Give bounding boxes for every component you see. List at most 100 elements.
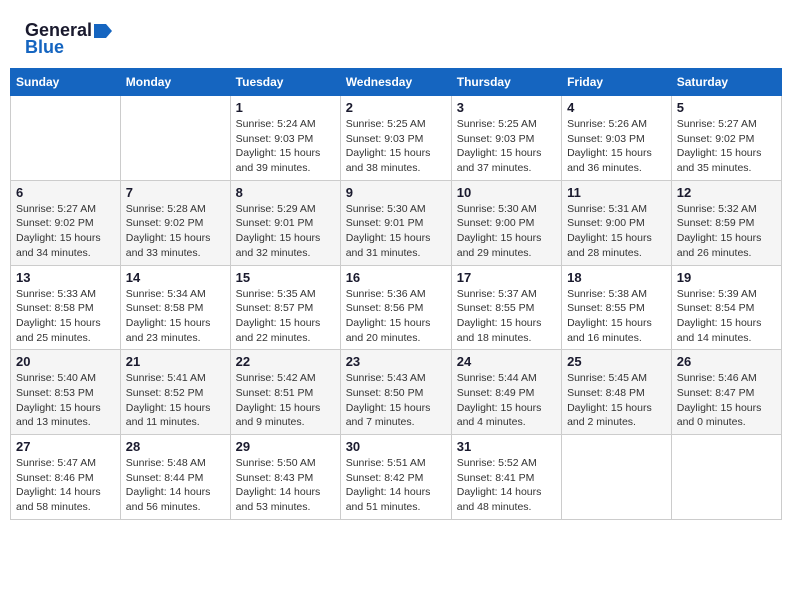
day-number: 23 — [346, 354, 446, 369]
calendar-header-friday: Friday — [562, 69, 672, 96]
day-info: Sunrise: 5:24 AM Sunset: 9:03 PM Dayligh… — [236, 117, 335, 176]
calendar-cell: 12 Sunrise: 5:32 AM Sunset: 8:59 PM Dayli… — [671, 180, 781, 265]
calendar-header-tuesday: Tuesday — [230, 69, 340, 96]
day-number: 15 — [236, 270, 335, 285]
calendar-cell: 8 Sunrise: 5:29 AM Sunset: 9:01 PM Daylig… — [230, 180, 340, 265]
day-info: Sunrise: 5:50 AM Sunset: 8:43 PM Dayligh… — [236, 456, 335, 515]
calendar-cell: 4 Sunrise: 5:26 AM Sunset: 9:03 PM Daylig… — [562, 96, 672, 181]
day-info: Sunrise: 5:34 AM Sunset: 8:58 PM Dayligh… — [126, 287, 225, 346]
calendar-cell: 9Sunrise: 5:30 AM Sunset: 9:01 PM Daylig… — [340, 180, 451, 265]
calendar-cell: 18 Sunrise: 5:38 AM Sunset: 8:55 PM Dayli… — [562, 265, 672, 350]
logo-arrow-icon — [94, 24, 112, 38]
calendar-cell: 24 Sunrise: 5:44 AM Sunset: 8:49 PM Dayli… — [451, 350, 561, 435]
day-number: 17 — [457, 270, 556, 285]
day-number: 8 — [236, 185, 335, 200]
calendar-header-wednesday: Wednesday — [340, 69, 451, 96]
day-number: 2 — [346, 100, 446, 115]
calendar-week-row: 13 Sunrise: 5:33 AM Sunset: 8:58 PM Dayli… — [11, 265, 782, 350]
day-info: Sunrise: 5:38 AM Sunset: 8:55 PM Dayligh… — [567, 287, 666, 346]
day-number: 29 — [236, 439, 335, 454]
calendar-cell: 5Sunrise: 5:27 AM Sunset: 9:02 PM Daylig… — [671, 96, 781, 181]
day-info: Sunrise: 5:48 AM Sunset: 8:44 PM Dayligh… — [126, 456, 225, 515]
calendar-cell — [120, 96, 230, 181]
day-info: Sunrise: 5:45 AM Sunset: 8:48 PM Dayligh… — [567, 371, 666, 430]
calendar-cell: 19 Sunrise: 5:39 AM Sunset: 8:54 PM Dayli… — [671, 265, 781, 350]
day-number: 12 — [677, 185, 776, 200]
calendar-cell: 10 Sunrise: 5:30 AM Sunset: 9:00 PM Dayli… — [451, 180, 561, 265]
calendar-week-row: 20Sunrise: 5:40 AM Sunset: 8:53 PM Dayli… — [11, 350, 782, 435]
calendar-cell: 13 Sunrise: 5:33 AM Sunset: 8:58 PM Dayli… — [11, 265, 121, 350]
day-info: Sunrise: 5:27 AM Sunset: 9:02 PM Dayligh… — [16, 202, 115, 261]
calendar-cell: 3 Sunrise: 5:25 AM Sunset: 9:03 PM Daylig… — [451, 96, 561, 181]
day-info: Sunrise: 5:31 AM Sunset: 9:00 PM Dayligh… — [567, 202, 666, 261]
day-number: 1 — [236, 100, 335, 115]
day-info: Sunrise: 5:25 AM Sunset: 9:03 PM Dayligh… — [346, 117, 446, 176]
day-info: Sunrise: 5:43 AM Sunset: 8:50 PM Dayligh… — [346, 371, 446, 430]
day-number: 27 — [16, 439, 115, 454]
logo-blue-text: Blue — [25, 37, 64, 58]
day-number: 22 — [236, 354, 335, 369]
day-info: Sunrise: 5:42 AM Sunset: 8:51 PM Dayligh… — [236, 371, 335, 430]
day-number: 25 — [567, 354, 666, 369]
calendar-cell: 2 Sunrise: 5:25 AM Sunset: 9:03 PM Daylig… — [340, 96, 451, 181]
day-info: Sunrise: 5:47 AM Sunset: 8:46 PM Dayligh… — [16, 456, 115, 515]
calendar-cell — [11, 96, 121, 181]
calendar-header-thursday: Thursday — [451, 69, 561, 96]
day-number: 26 — [677, 354, 776, 369]
day-info: Sunrise: 5:52 AM Sunset: 8:41 PM Dayligh… — [457, 456, 556, 515]
day-info: Sunrise: 5:30 AM Sunset: 9:00 PM Dayligh… — [457, 202, 556, 261]
day-number: 28 — [126, 439, 225, 454]
day-number: 5 — [677, 100, 776, 115]
calendar-cell: 6Sunrise: 5:27 AM Sunset: 9:02 PM Daylig… — [11, 180, 121, 265]
calendar-cell: 15 Sunrise: 5:35 AM Sunset: 8:57 PM Dayli… — [230, 265, 340, 350]
day-info: Sunrise: 5:33 AM Sunset: 8:58 PM Dayligh… — [16, 287, 115, 346]
calendar-cell: 21Sunrise: 5:41 AM Sunset: 8:52 PM Dayli… — [120, 350, 230, 435]
day-info: Sunrise: 5:46 AM Sunset: 8:47 PM Dayligh… — [677, 371, 776, 430]
day-number: 10 — [457, 185, 556, 200]
calendar-cell: 23 Sunrise: 5:43 AM Sunset: 8:50 PM Dayli… — [340, 350, 451, 435]
calendar-header-sunday: Sunday — [11, 69, 121, 96]
calendar-cell: 22 Sunrise: 5:42 AM Sunset: 8:51 PM Dayli… — [230, 350, 340, 435]
calendar-cell — [562, 435, 672, 520]
day-info: Sunrise: 5:25 AM Sunset: 9:03 PM Dayligh… — [457, 117, 556, 176]
calendar-header-row: SundayMondayTuesdayWednesdayThursdayFrid… — [11, 69, 782, 96]
logo: General Blue — [25, 20, 114, 58]
calendar-cell: 30 Sunrise: 5:51 AM Sunset: 8:42 PM Dayli… — [340, 435, 451, 520]
calendar-header-saturday: Saturday — [671, 69, 781, 96]
calendar-table: SundayMondayTuesdayWednesdayThursdayFrid… — [10, 68, 782, 520]
day-number: 3 — [457, 100, 556, 115]
day-info: Sunrise: 5:26 AM Sunset: 9:03 PM Dayligh… — [567, 117, 666, 176]
day-number: 19 — [677, 270, 776, 285]
day-number: 13 — [16, 270, 115, 285]
calendar-cell: 14Sunrise: 5:34 AM Sunset: 8:58 PM Dayli… — [120, 265, 230, 350]
day-number: 11 — [567, 185, 666, 200]
page-header: General Blue — [10, 10, 782, 63]
day-info: Sunrise: 5:35 AM Sunset: 8:57 PM Dayligh… — [236, 287, 335, 346]
day-number: 18 — [567, 270, 666, 285]
day-number: 7 — [126, 185, 225, 200]
calendar-cell: 26 Sunrise: 5:46 AM Sunset: 8:47 PM Dayli… — [671, 350, 781, 435]
day-info: Sunrise: 5:44 AM Sunset: 8:49 PM Dayligh… — [457, 371, 556, 430]
day-number: 30 — [346, 439, 446, 454]
calendar-cell: 31 Sunrise: 5:52 AM Sunset: 8:41 PM Dayli… — [451, 435, 561, 520]
day-number: 24 — [457, 354, 556, 369]
day-info: Sunrise: 5:37 AM Sunset: 8:55 PM Dayligh… — [457, 287, 556, 346]
day-info: Sunrise: 5:36 AM Sunset: 8:56 PM Dayligh… — [346, 287, 446, 346]
calendar-week-row: 1 Sunrise: 5:24 AM Sunset: 9:03 PM Daylig… — [11, 96, 782, 181]
calendar-cell: 29 Sunrise: 5:50 AM Sunset: 8:43 PM Dayli… — [230, 435, 340, 520]
day-info: Sunrise: 5:51 AM Sunset: 8:42 PM Dayligh… — [346, 456, 446, 515]
day-info: Sunrise: 5:29 AM Sunset: 9:01 PM Dayligh… — [236, 202, 335, 261]
day-number: 16 — [346, 270, 446, 285]
day-info: Sunrise: 5:39 AM Sunset: 8:54 PM Dayligh… — [677, 287, 776, 346]
calendar-cell: 1 Sunrise: 5:24 AM Sunset: 9:03 PM Daylig… — [230, 96, 340, 181]
calendar-cell: 28 Sunrise: 5:48 AM Sunset: 8:44 PM Dayli… — [120, 435, 230, 520]
day-info: Sunrise: 5:32 AM Sunset: 8:59 PM Dayligh… — [677, 202, 776, 261]
calendar-cell: 27 Sunrise: 5:47 AM Sunset: 8:46 PM Dayli… — [11, 435, 121, 520]
calendar-cell: 17 Sunrise: 5:37 AM Sunset: 8:55 PM Dayli… — [451, 265, 561, 350]
day-number: 4 — [567, 100, 666, 115]
calendar-week-row: 27 Sunrise: 5:47 AM Sunset: 8:46 PM Dayli… — [11, 435, 782, 520]
calendar-cell: 11 Sunrise: 5:31 AM Sunset: 9:00 PM Dayli… — [562, 180, 672, 265]
day-number: 20 — [16, 354, 115, 369]
calendar-week-row: 6Sunrise: 5:27 AM Sunset: 9:02 PM Daylig… — [11, 180, 782, 265]
day-number: 31 — [457, 439, 556, 454]
